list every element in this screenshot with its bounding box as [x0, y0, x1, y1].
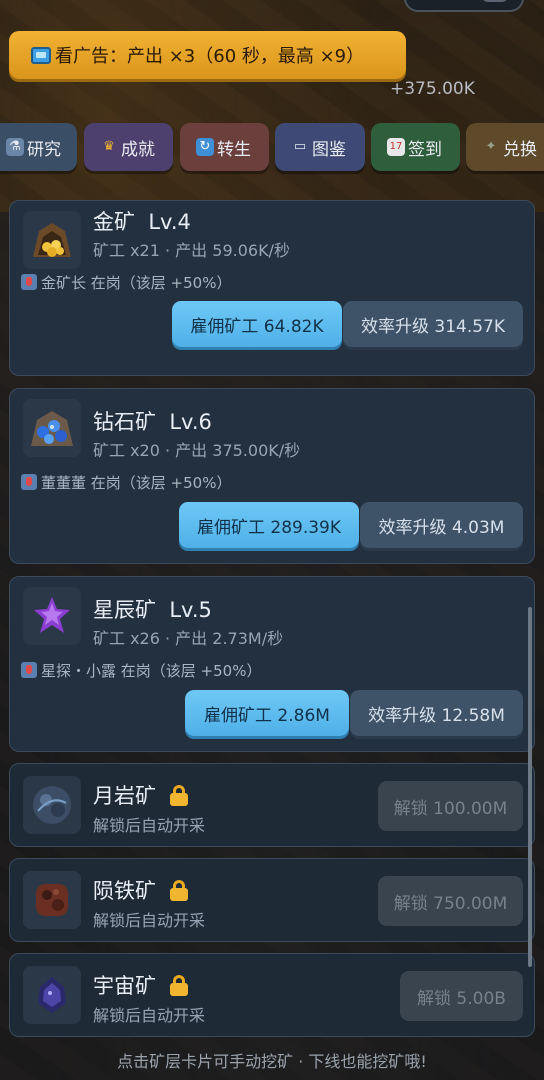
nav-rebirth-button[interactable]: ↻ 转生 — [180, 123, 269, 171]
mine-boost: 星探・小露 在岗（该层 +50%） — [21, 660, 261, 681]
nav-checkin-button[interactable]: 17 签到 — [371, 123, 460, 171]
mine-name: 星辰矿 — [93, 598, 156, 622]
mine-card-meteorite[interactable]: 陨铁矿 解锁后自动开采 解锁 750.00M — [9, 858, 535, 942]
mine-boost-text: 金矿长 在岗（该层 +50%） — [41, 274, 232, 292]
mine-boost-text: 董董董 在岗（该层 +50%） — [41, 474, 232, 492]
mine-title: 金矿 Lv.4 — [93, 206, 191, 236]
mine-list: 金矿 Lv.4 矿工 x21 · 产出 59.06K/秒 金矿长 在岗（该层 +… — [0, 200, 544, 1080]
mine-card-star[interactable]: 星辰矿 Lv.5 矿工 x26 · 产出 2.73M/秒 星探・小露 在岗（该层… — [9, 576, 535, 752]
star-ore-icon — [23, 587, 81, 645]
watch-ad-button[interactable]: 看广告：产出 ×3（60 秒，最高 ×9） — [9, 31, 406, 79]
mine-title: 月岩矿 — [93, 780, 188, 810]
mine-card-diamond[interactable]: 钻石矿 Lv.6 矿工 x20 · 产出 375.00K/秒 董董董 在岗（该层… — [9, 388, 535, 564]
manager-icon — [21, 474, 37, 490]
mine-level: Lv.4 — [148, 210, 191, 234]
footer-hint: 点击矿层卡片可手动挖矿 · 下线也能挖矿哦! — [117, 1052, 427, 1071]
lock-icon — [170, 880, 188, 901]
nav-redeem-label: 兑换 — [503, 139, 537, 160]
upgrade-efficiency-button[interactable]: 效率升级 4.03M — [360, 502, 523, 548]
mine-locked-desc: 解锁后自动开采 — [93, 911, 206, 930]
diamond-ore-icon — [23, 399, 81, 457]
mine-level: Lv.5 — [169, 598, 212, 622]
cosmic-ore-icon — [23, 966, 81, 1024]
top-toggle[interactable] — [404, 0, 524, 12]
unlock-button[interactable]: 解锁 750.00M — [378, 876, 523, 926]
mine-boost: 金矿长 在岗（该层 +50%） — [21, 272, 231, 293]
nav-checkin-label: 签到 — [408, 139, 442, 160]
lock-icon — [170, 975, 188, 996]
mine-title: 钻石矿 Lv.6 — [93, 406, 212, 436]
moonrock-icon — [23, 776, 81, 834]
mine-name: 宇宙矿 — [93, 974, 156, 998]
mine-level: Lv.6 — [169, 410, 212, 434]
gold-ore-icon — [23, 211, 81, 269]
mine-locked-desc: 解锁后自动开采 — [93, 1006, 206, 1025]
mine-title: 陨铁矿 — [93, 875, 188, 905]
unlock-button[interactable]: 解锁 100.00M — [378, 781, 523, 831]
mine-name: 金矿 — [93, 210, 135, 234]
mine-stats: 矿工 x20 · 产出 375.00K/秒 — [93, 441, 301, 460]
hire-miner-button[interactable]: 雇佣矿工 2.86M — [185, 690, 349, 736]
nav-research-button[interactable]: ⚗ 研究 — [0, 123, 77, 171]
manager-icon — [21, 662, 37, 678]
mine-name: 陨铁矿 — [93, 879, 156, 903]
nav-achievements-button[interactable]: ♛ 成就 — [84, 123, 173, 171]
gift-icon: ✦ — [485, 139, 497, 154]
microscope-icon: ⚗ — [6, 138, 24, 156]
toggle-knob — [482, 0, 508, 2]
upgrade-efficiency-button[interactable]: 效率升级 314.57K — [343, 301, 523, 347]
manager-icon — [21, 274, 37, 290]
upgrade-efficiency-button[interactable]: 效率升级 12.58M — [350, 690, 523, 736]
watch-ad-label: 看广告：产出 ×3（60 秒，最高 ×9） — [55, 46, 365, 67]
mine-card-cosmic[interactable]: 宇宙矿 解锁后自动开采 解锁 5.00B — [9, 953, 535, 1037]
lock-icon — [170, 785, 188, 806]
book-icon: ▭ — [293, 139, 307, 154]
meteorite-icon — [23, 871, 81, 929]
nav-rebirth-label: 转生 — [217, 139, 251, 160]
nav-research-label: 研究 — [27, 139, 61, 160]
mine-locked-desc: 解锁后自动开采 — [93, 816, 206, 835]
mine-title: 宇宙矿 — [93, 970, 188, 1000]
nav-redeem-button[interactable]: ✦ 兑换 — [466, 123, 544, 171]
mine-card-moonrock[interactable]: 月岩矿 解锁后自动开采 解锁 100.00M — [9, 763, 535, 847]
nav-collection-button[interactable]: ▭ 图鉴 — [275, 123, 365, 171]
mine-card-gold[interactable]: 金矿 Lv.4 矿工 x21 · 产出 59.06K/秒 金矿长 在岗（该层 +… — [9, 200, 535, 376]
hire-miner-button[interactable]: 雇佣矿工 64.82K — [172, 301, 342, 347]
mine-boost-text: 星探・小露 在岗（该层 +50%） — [41, 662, 262, 680]
mine-stats: 矿工 x26 · 产出 2.73M/秒 — [93, 629, 284, 648]
hire-miner-button[interactable]: 雇佣矿工 289.39K — [179, 502, 359, 548]
nav-collection-label: 图鉴 — [312, 139, 346, 160]
scrollbar[interactable] — [528, 607, 532, 967]
mine-stats: 矿工 x21 · 产出 59.06K/秒 — [93, 241, 290, 260]
calendar-icon: 17 — [387, 138, 405, 156]
cycle-icon: ↻ — [196, 138, 214, 156]
trophy-icon: ♛ — [103, 139, 115, 154]
mine-title: 星辰矿 Lv.5 — [93, 594, 212, 624]
nav-achievements-label: 成就 — [121, 139, 155, 160]
unlock-button[interactable]: 解锁 5.00B — [400, 971, 523, 1021]
mine-name: 月岩矿 — [93, 784, 156, 808]
tv-icon — [31, 46, 51, 64]
income-popup: +375.00K — [390, 79, 475, 99]
mine-name: 钻石矿 — [93, 410, 156, 434]
mine-boost: 董董董 在岗（该层 +50%） — [21, 472, 231, 493]
